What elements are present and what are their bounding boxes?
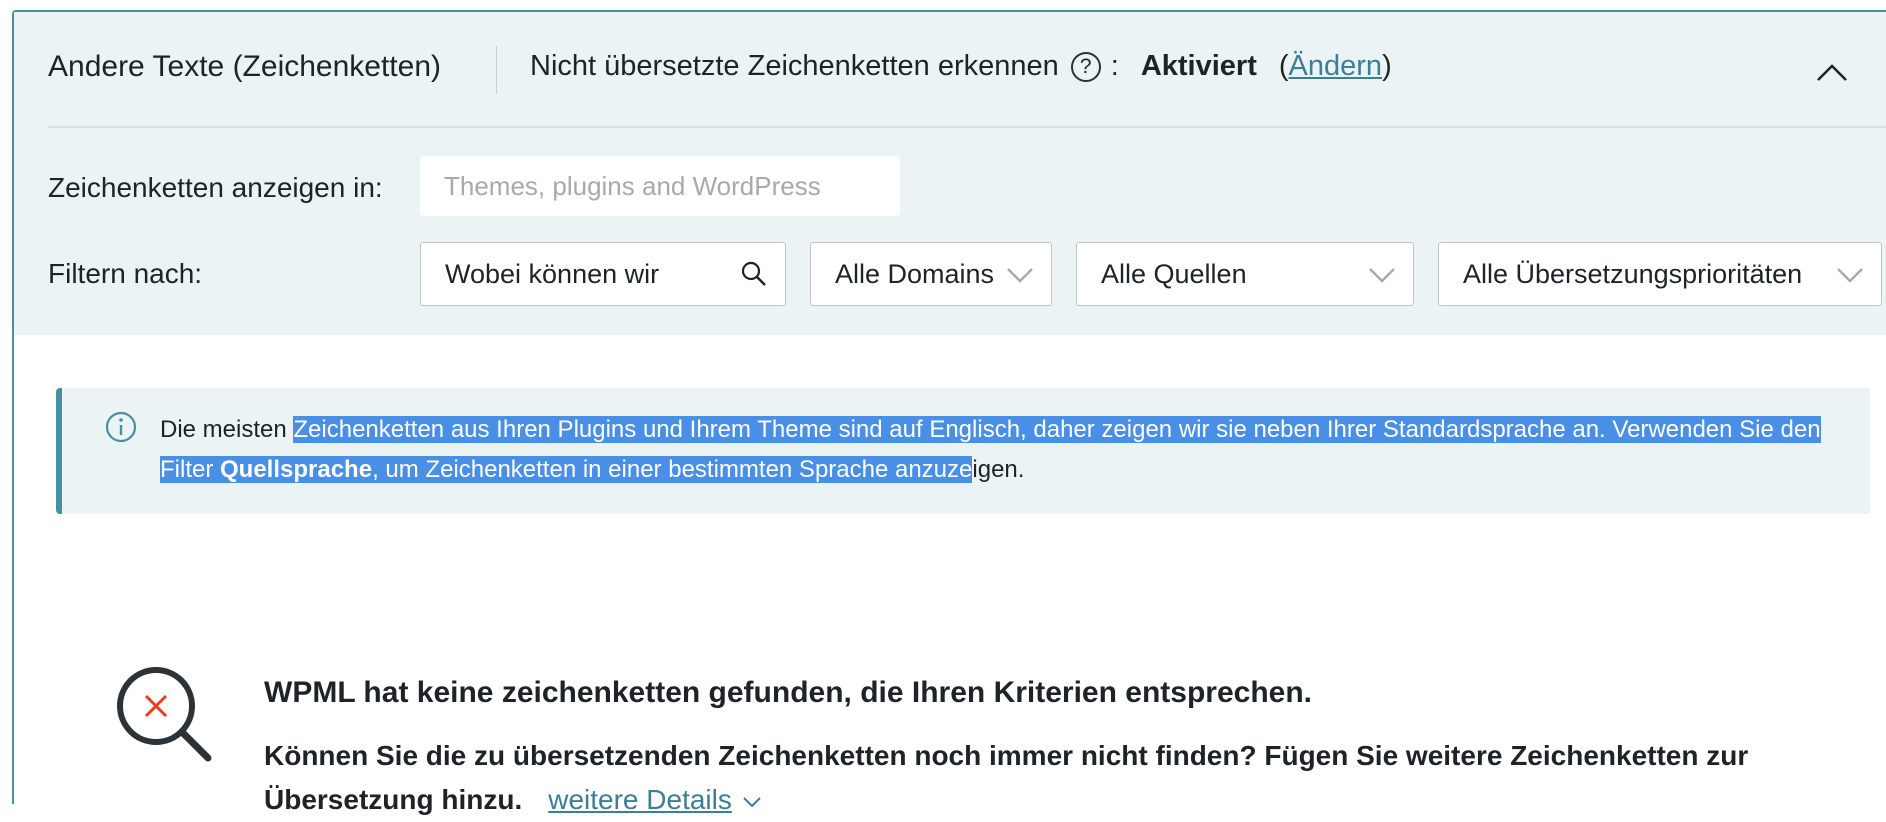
info-circle-icon (105, 411, 137, 443)
search-icon[interactable] (739, 259, 769, 289)
paren-open: ( (1278, 50, 1289, 82)
show-strings-field[interactable]: Themes, plugins and WordPress (420, 156, 900, 216)
filter-label: Filtern nach: (48, 258, 203, 289)
header-divider (496, 46, 497, 94)
source-language-notice: Die meisten Zeichenketten aus Ihren Plug… (56, 388, 1870, 514)
header-separator (48, 126, 1886, 128)
domains-select[interactable]: Alle Domains (810, 242, 1052, 306)
paren-close: ) (1382, 50, 1392, 82)
search-input-value: Wobei können wir (445, 259, 660, 289)
strings-panel: Andere Texte (Zeichenketten) Nicht übers… (12, 10, 1886, 815)
notice-text: Die meisten Zeichenketten aus Ihren Plug… (160, 410, 1860, 490)
search-field[interactable]: Wobei können wir (420, 242, 786, 306)
sources-select-value: Alle Quellen (1101, 259, 1247, 289)
source-language-filter-name: Quellsprache (220, 456, 373, 483)
chevron-down-icon[interactable] (742, 795, 762, 809)
notice-text-part1: Die meisten (160, 416, 294, 443)
chevron-down-icon (1007, 268, 1033, 283)
detect-untranslated-row: Nicht übersetzte Zeichenketten erkennen … (530, 50, 1392, 83)
chevron-up-icon (1817, 64, 1847, 81)
magnifier-x-icon (117, 667, 212, 762)
show-strings-label: Zeichenketten anzeigen in: (48, 172, 383, 203)
panel-header: Andere Texte (Zeichenketten) Nicht übers… (14, 12, 1886, 335)
empty-state-title: WPML hat keine zeichenketten gefunden, d… (264, 676, 1312, 709)
help-icon[interactable]: ? (1070, 51, 1101, 82)
domains-select-value: Alle Domains (835, 259, 995, 289)
detect-label: Nicht übersetzte Zeichenketten erkennen (530, 50, 1059, 82)
chevron-down-icon (1369, 268, 1395, 283)
collapse-button[interactable] (1814, 56, 1850, 86)
change-link[interactable]: Ändern (1289, 50, 1383, 83)
priorities-select-value: Alle Übersetzungsprioritäten (1463, 259, 1803, 289)
detect-colon: : (1110, 50, 1119, 82)
empty-state-subtitle: Können Sie die zu übersetzenden Zeichenk… (264, 734, 1864, 822)
notice-text-end: igen. (972, 456, 1025, 483)
chevron-down-icon (1837, 268, 1863, 283)
section-title: Andere Texte (Zeichenketten) (48, 50, 442, 83)
notice-text-selected-end: , um Zeichenketten in einer bestimmten S… (372, 456, 973, 483)
detect-status: Aktiviert (1140, 50, 1257, 82)
more-details-link[interactable]: weitere Details (548, 784, 732, 815)
priorities-select[interactable]: Alle Übersetzungsprioritäten (1438, 242, 1882, 306)
sources-select[interactable]: Alle Quellen (1076, 242, 1414, 306)
